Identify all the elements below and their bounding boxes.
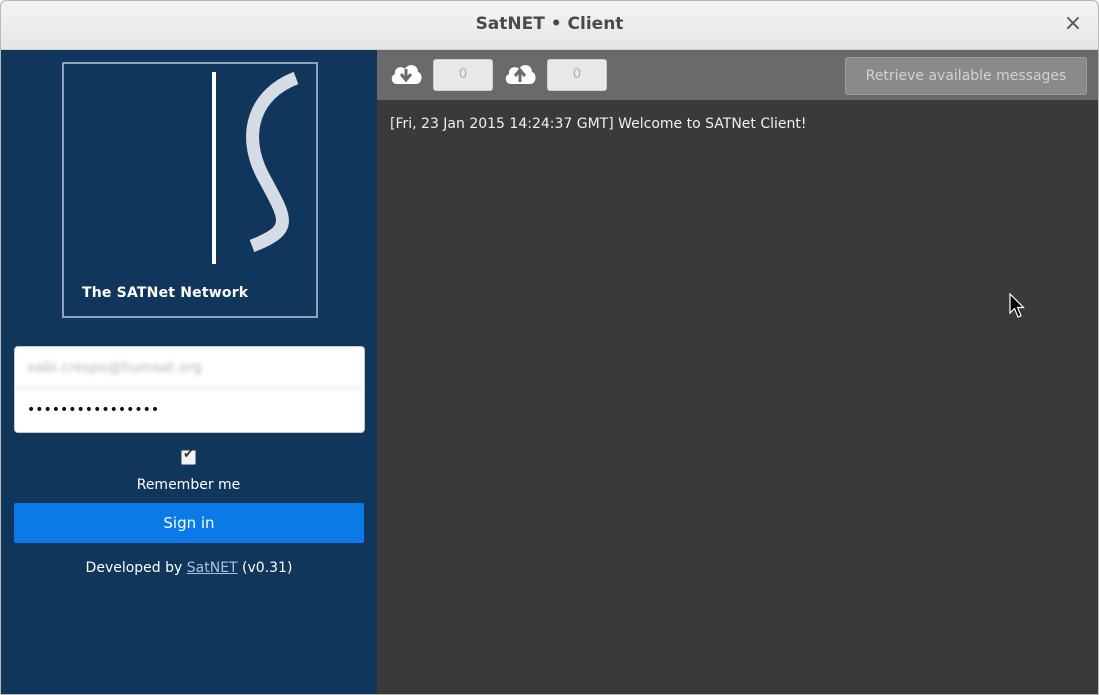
window-title: SatNET • Client [475,14,624,34]
logo-mark-icon [212,71,299,264]
remember-me: ✔ Remember me [14,447,363,493]
version-text: (v0.31) [237,560,293,576]
logo-caption: The SATNet Network [82,285,249,301]
login-sidebar: The SATNet Network ✔ Remember me Sign in… [1,50,377,694]
login-form [14,346,365,433]
retrieve-messages-button[interactable]: Retrieve available messages [845,57,1087,95]
upload-count: 0 [547,59,607,91]
remember-me-checkbox[interactable]: ✔ [181,447,196,465]
download-count: 0 [433,59,493,91]
cloud-download-icon[interactable] [389,60,423,88]
remember-me-label[interactable]: Remember me [14,477,363,493]
password-field[interactable] [15,389,364,431]
toolbar: 0 0 Retrieve available messages [377,50,1098,100]
credit-prefix: Developed by [85,560,187,576]
developer-credit: Developed by SatNET (v0.31) [14,560,364,576]
email-field[interactable] [15,347,364,389]
mouse-cursor-icon [1009,293,1025,318]
app-window: SatNET • Client × The SATNet Network ✔ R… [0,0,1099,695]
satnet-logo: The SATNet Network [62,62,318,318]
sign-in-button[interactable]: Sign in [14,503,364,543]
message-log: [Fri, 23 Jan 2015 14:24:37 GMT] Welcome … [390,116,807,132]
satnet-link[interactable]: SatNET [187,560,238,576]
log-line: [Fri, 23 Jan 2015 14:24:37 GMT] Welcome … [390,116,807,132]
message-panel: 0 0 Retrieve available messages [Fri, 23… [377,50,1098,694]
cloud-upload-icon[interactable] [503,60,537,88]
checkmark-icon: ✔ [183,447,194,462]
title-bar[interactable]: SatNET • Client × [1,1,1098,50]
close-icon[interactable]: × [1062,12,1084,36]
